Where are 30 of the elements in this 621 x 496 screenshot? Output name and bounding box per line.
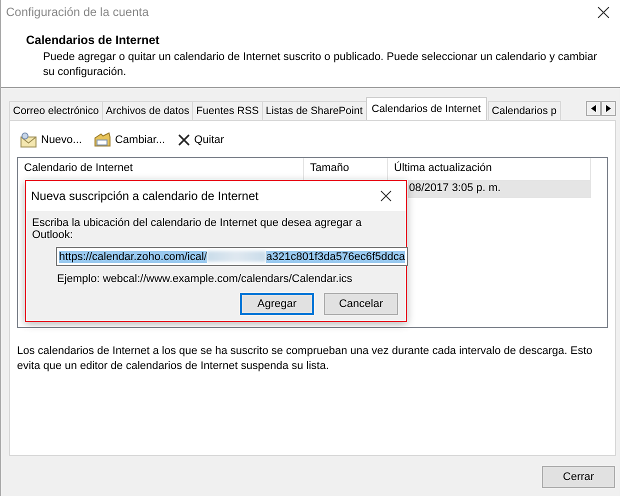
new-button[interactable]: Nuevo... xyxy=(20,132,82,148)
tab[interactable]: Calendarios p xyxy=(488,101,561,120)
cancel-button[interactable]: Cancelar xyxy=(324,293,398,315)
left-arrow-icon xyxy=(591,105,596,112)
section-heading: Calendarios de Internet xyxy=(26,33,160,47)
tab[interactable]: Calendarios de Internet xyxy=(366,97,487,120)
window-title: Configuración de la cuenta xyxy=(6,5,149,19)
section-description: Puede agregar o quitar un calendario de Internet suscrito o publicado. Puede seleccionar un calendario y cambiar su configuración. xyxy=(42,50,598,80)
close-icon[interactable] xyxy=(597,6,610,18)
table-cell[interactable]: 08/2017 3:05 p. m. xyxy=(408,180,591,198)
tab[interactable]: Correo electrónico xyxy=(9,101,103,120)
x-icon xyxy=(177,133,192,147)
close-button[interactable]: Cerrar xyxy=(542,466,615,488)
url-text: https://calendar.zoho.com/ical/ xyxy=(59,250,207,262)
add-button[interactable]: Agregar xyxy=(240,293,314,315)
change-button[interactable]: Cambiar... xyxy=(94,132,166,148)
example-text: Ejemplo: webcal://www.example.com/calendars/Calendar.ics xyxy=(57,273,354,285)
remove-button[interactable]: Quitar xyxy=(177,133,224,147)
scroll-right-button[interactable] xyxy=(601,101,616,116)
scroll-left-button[interactable] xyxy=(586,101,601,116)
prompt-label: Escriba la ubicación del calendario de Internet que desea agregar a Outlook: xyxy=(32,217,363,241)
info-text: Los calendarios de Internet a los que se ha suscrito se comprueban una vez durante cada intervalo de descarga. Esto evita que un editor de calendarios de Internet suspenda su lista. xyxy=(17,344,594,374)
url-field[interactable]: https://calendar.zoho.com/ical/ a321c801f3da576ec6f5ddca xyxy=(56,247,408,266)
close-icon[interactable] xyxy=(380,190,392,202)
redaction-blur xyxy=(206,251,266,262)
dialog-title: Nueva suscripción a calendario de Internet xyxy=(31,189,258,203)
envelope-icon xyxy=(20,132,38,148)
url-text: a321c801f3da576ec6f5ddca xyxy=(266,250,405,262)
folder-icon xyxy=(94,132,112,148)
right-arrow-icon xyxy=(606,105,611,112)
